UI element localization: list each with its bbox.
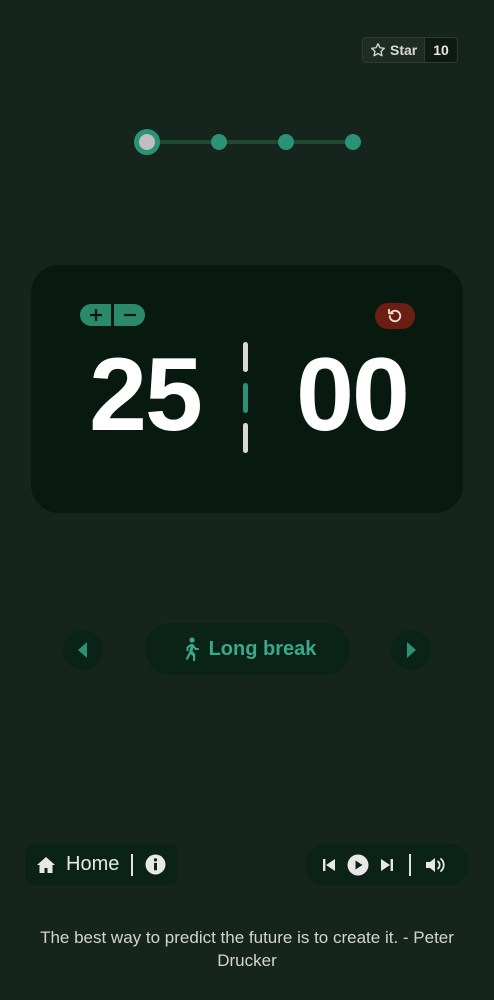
star-icon [371,43,385,57]
progress-dot-1[interactable] [134,129,160,155]
media-controls [305,844,469,885]
reset-timer-button[interactable] [375,303,415,329]
plus-icon [89,309,102,321]
timer-card: 25 00 [31,265,463,513]
triangle-left-icon [78,642,87,658]
motivational-quote: The best way to predict the future is to… [40,928,454,970]
home-bar: Home [25,844,178,885]
time-adjust-group [80,304,145,326]
mode-label: Long break [208,637,317,660]
previous-mode-button[interactable] [63,630,103,670]
progress-dot-3[interactable] [278,134,294,150]
timer-separator-top [243,342,248,372]
decrease-time-button[interactable] [114,304,145,326]
mode-selector[interactable]: Long break [145,623,350,675]
timer-minutes: 25 [89,337,203,453]
progress-dot-2[interactable] [211,134,227,150]
minus-icon [123,313,136,317]
triangle-right-icon [407,642,416,658]
increase-time-button[interactable] [80,304,111,326]
home-icon[interactable] [36,856,56,874]
reset-icon [388,308,402,323]
next-mode-button[interactable] [391,630,431,670]
volume-icon[interactable] [425,856,447,874]
skip-next-icon[interactable] [379,857,395,873]
person-walking-icon [185,637,199,661]
timer-separator-bottom [243,423,248,453]
home-link[interactable]: Home [66,853,119,876]
star-button[interactable]: Star [363,38,425,62]
timer-separator-middle [243,383,248,413]
star-label: Star [390,42,418,58]
github-star-badge[interactable]: Star 10 [362,37,458,63]
session-progress [134,128,364,156]
progress-track [148,140,354,144]
star-count[interactable]: 10 [424,38,457,62]
media-divider [409,853,411,876]
home-bar-divider [131,853,134,876]
skip-previous-icon[interactable] [321,857,337,873]
progress-dot-4[interactable] [345,134,361,150]
timer-seconds: 00 [296,337,410,453]
play-icon[interactable] [347,854,369,876]
info-icon[interactable] [145,854,166,875]
